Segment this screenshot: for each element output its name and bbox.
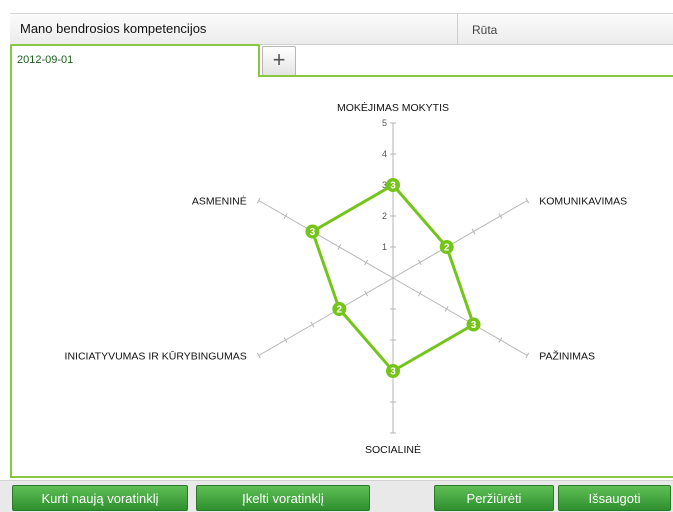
- tick-label: 2: [382, 211, 387, 221]
- radar-chart: 1 2 3 4 5 MOKĖJIMAS MOKYTIS KOMUNIKAVIMAS PAŽIN…: [65, 101, 628, 456]
- tick-label: 1: [382, 242, 387, 252]
- data-label: 3: [471, 320, 477, 331]
- axis-tick: [471, 228, 476, 235]
- axis-tick: [364, 259, 369, 266]
- data-label: 3: [390, 181, 396, 192]
- upload-web-button[interactable]: Įkelti voratinklį: [196, 485, 370, 511]
- axis-tick: [283, 337, 288, 343]
- axis-tick: [256, 352, 261, 359]
- axis-tick: [310, 321, 315, 328]
- axis-label: KOMUNIKAVIMAS: [539, 196, 627, 208]
- axis-tick: [525, 352, 530, 359]
- axis-tick: [444, 306, 449, 312]
- axis-label: MOKĖJIMAS MOKYTIS: [337, 101, 449, 114]
- axis-label: PAŽINIMAS: [539, 350, 595, 363]
- data-label: 3: [310, 227, 316, 238]
- axis-line: [392, 200, 528, 279]
- axis-tick: [417, 290, 422, 297]
- axis-tick: [498, 213, 503, 219]
- axis-line: [258, 277, 394, 356]
- save-button[interactable]: Išsaugoti: [558, 485, 671, 511]
- data-label: 2: [444, 243, 450, 254]
- axis-tick: [417, 259, 422, 266]
- axis-label: INICIATYVUMAS IR KŪRYBINGUMAS: [65, 351, 247, 363]
- axis-label: ASMENINĖ: [192, 195, 247, 208]
- create-web-button[interactable]: Kurti naują voratinklį: [12, 485, 188, 511]
- axis-tick: [256, 197, 261, 204]
- data-label: 3: [390, 367, 396, 378]
- tick-label: 5: [382, 118, 387, 128]
- axis-tick: [525, 197, 530, 204]
- tick-label: 4: [382, 149, 387, 159]
- view-button[interactable]: Peržiūrėti: [434, 485, 554, 511]
- axis-tick: [283, 213, 288, 219]
- axis-tick: [364, 290, 369, 297]
- axis-tick: [498, 337, 503, 343]
- axis-tick: [337, 244, 342, 250]
- axis-label: SOCIALINĖ: [365, 443, 421, 456]
- data-label: 2: [337, 305, 343, 316]
